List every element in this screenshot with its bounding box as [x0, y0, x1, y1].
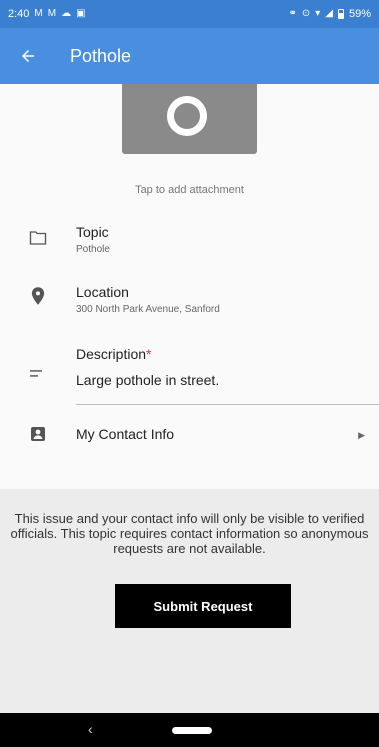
folder-icon: [28, 228, 48, 248]
signal-icon: ◢: [325, 8, 333, 19]
back-button[interactable]: [16, 44, 40, 68]
attachment-button[interactable]: [122, 84, 257, 154]
system-nav-bar: ‹: [0, 713, 379, 747]
description-label: Description*: [76, 346, 151, 362]
home-pill-icon[interactable]: [172, 727, 212, 734]
location-icon: ⊙: [301, 8, 311, 19]
location-label: Location: [76, 284, 129, 300]
topic-label: Topic: [76, 224, 109, 240]
location-pin-icon: [28, 286, 48, 306]
status-time: 2:40: [8, 8, 30, 20]
required-star: *: [146, 346, 152, 362]
nav-back-icon[interactable]: ‹: [88, 721, 93, 737]
form-content: Tap to add attachment Topic Pothole Loca…: [0, 84, 379, 489]
footer: This issue and your contact info will on…: [0, 489, 379, 713]
page-title: Pothole: [70, 45, 132, 66]
status-right: ⚭ ⊙ ▾ ◢ 59%: [288, 8, 371, 20]
battery-text: 59%: [348, 8, 371, 20]
short-text-icon: [28, 364, 48, 384]
attachment-caption: Tap to add attachment: [135, 184, 244, 196]
contact-card-icon: [28, 424, 48, 444]
calendar-icon: ▣: [76, 8, 86, 19]
contact-info-row[interactable]: My Contact Info ▶: [0, 424, 379, 454]
arrow-back-icon: [22, 50, 34, 62]
status-bar: 2:40 M M ☁ ▣ ⚭ ⊙ ▾ ◢ 59%: [0, 0, 379, 28]
topic-value: Pothole: [76, 244, 110, 255]
status-left: 2:40 M M ☁ ▣: [8, 8, 86, 20]
gmail-icon: M: [47, 8, 57, 19]
chevron-right-icon: ▶: [358, 430, 365, 440]
link-icon: ⚭: [288, 8, 297, 19]
battery-icon: [337, 9, 344, 19]
description-input[interactable]: Large pothole in street.: [76, 372, 219, 388]
location-value: 300 North Park Avenue, Sanford: [76, 304, 220, 315]
camera-icon: [167, 96, 207, 136]
description-row: Description* Large pothole in street.: [0, 346, 379, 406]
submit-request-button[interactable]: Submit Request: [115, 584, 291, 628]
weather-icon: ☁: [61, 8, 72, 19]
location-row[interactable]: Location 300 North Park Avenue, Sanford: [0, 284, 379, 324]
contact-info-label: My Contact Info: [76, 426, 175, 442]
privacy-notice: This issue and your contact info will on…: [10, 511, 369, 556]
description-label-text: Description: [76, 346, 147, 362]
gmail-icon: M: [34, 8, 43, 19]
app-bar: Pothole: [0, 28, 379, 84]
topic-row[interactable]: Topic Pothole: [0, 224, 379, 264]
description-divider: [76, 404, 379, 405]
wifi-icon: ▾: [315, 8, 321, 19]
